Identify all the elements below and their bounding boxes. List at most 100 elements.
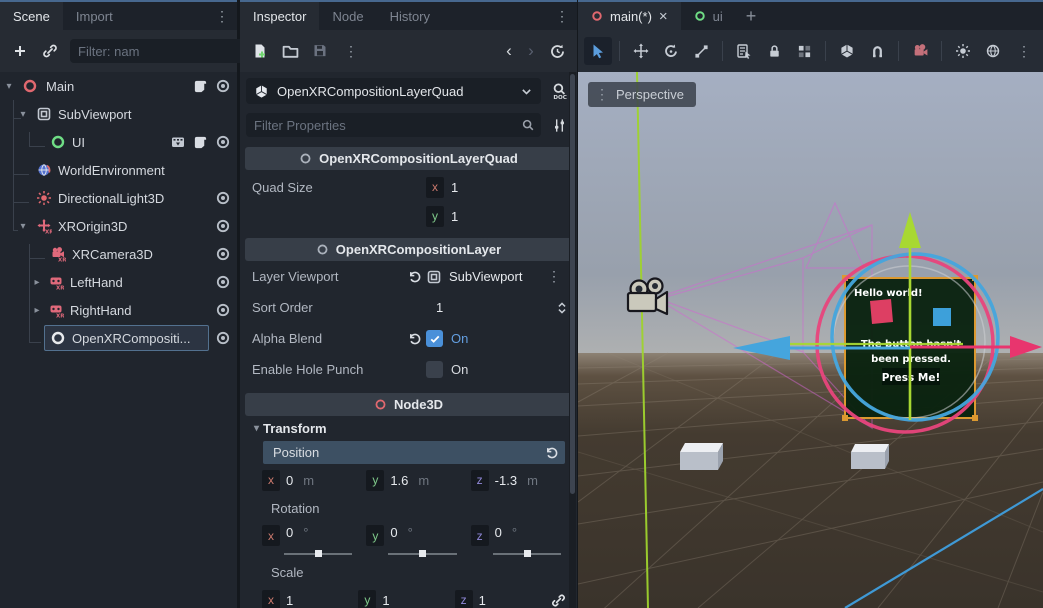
tree-row-openxrcompositionlayerquad[interactable]: OpenXRCompositi... — [0, 324, 237, 352]
visibility-eye-icon[interactable] — [215, 78, 231, 94]
local-space-button[interactable] — [833, 37, 861, 65]
script-icon[interactable] — [193, 79, 208, 94]
sort-order-value[interactable]: 1 — [436, 300, 443, 315]
prop-position-header[interactable]: Position — [263, 441, 565, 464]
preview-sunlight-button[interactable] — [949, 37, 977, 65]
mesh-cube-right[interactable] — [851, 444, 889, 469]
scale-x-field[interactable]: x 1 — [262, 587, 348, 608]
preview-environment-button[interactable] — [979, 37, 1007, 65]
revert-button[interactable] — [404, 332, 426, 346]
scene-preview-icon[interactable] — [170, 134, 186, 150]
tab-history[interactable]: History — [377, 2, 443, 30]
add-node-button[interactable] — [6, 37, 34, 65]
tab-node[interactable]: Node — [319, 2, 376, 30]
mesh-cube-left[interactable] — [680, 443, 723, 470]
rotation-y-field[interactable]: y 0 ° — [366, 523, 460, 557]
scale-y-field[interactable]: y 1 — [358, 587, 444, 608]
move-tool-button[interactable] — [627, 37, 655, 65]
spinner-updown-icon[interactable] — [555, 301, 569, 315]
snap-button[interactable] — [863, 37, 891, 65]
edited-object-selector[interactable]: OpenXRCompositionLayerQuad — [246, 78, 541, 104]
chevron-down-icon — [520, 85, 533, 98]
scene-filter-input[interactable] — [78, 44, 254, 59]
alpha-blend-checkbox[interactable] — [426, 330, 443, 347]
category-openxrcompositionlayerquad[interactable]: OpenXRCompositionLayerQuad — [245, 147, 572, 170]
rotation-z-slider[interactable] — [493, 550, 561, 557]
camera-preview-button[interactable] — [906, 37, 934, 65]
script-icon[interactable] — [193, 135, 208, 150]
viewport-3d-canvas[interactable]: Hello world! The button hasn't been pres… — [578, 72, 1043, 608]
lock-button[interactable] — [760, 37, 788, 65]
instance-scene-button[interactable] — [36, 37, 64, 65]
visibility-eye-icon[interactable] — [215, 218, 231, 234]
rotation-y-slider[interactable] — [388, 550, 456, 557]
rotation-x-slider[interactable] — [284, 550, 352, 557]
section-transform[interactable]: ▾ Transform — [240, 416, 577, 440]
tree-row-xrorigin3d[interactable]: ▾ XR XROrigin3D — [0, 212, 237, 240]
scene-dock-menu-icon[interactable]: ⋮ — [207, 2, 237, 30]
object-history-button[interactable] — [543, 37, 571, 65]
expand-icon[interactable]: ▸ — [30, 305, 44, 316]
collapse-icon[interactable]: ▾ — [2, 81, 16, 92]
inspector-scrollbar[interactable] — [569, 72, 576, 608]
position-x-field[interactable]: x 0 m — [262, 467, 356, 493]
revert-button[interactable] — [404, 270, 426, 284]
list-select-button[interactable] — [730, 37, 758, 65]
new-scene-tab-button[interactable]: + — [736, 2, 767, 30]
rotation-x-field[interactable]: x 0 ° — [262, 523, 356, 557]
tree-row-xrcamera3d[interactable]: XR XRCamera3D — [0, 240, 237, 268]
collapse-icon[interactable]: ▾ — [16, 221, 30, 232]
visibility-eye-icon[interactable] — [215, 302, 231, 318]
save-resource-button[interactable] — [306, 37, 334, 65]
resource-menu-icon[interactable]: ⋮ — [336, 43, 366, 60]
select-tool-button[interactable] — [584, 37, 612, 65]
tree-row-directionallight3d[interactable]: DirectionalLight3D — [0, 184, 237, 212]
load-resource-button[interactable] — [276, 37, 304, 65]
scene-tab-main[interactable]: main(*) × — [578, 2, 681, 30]
tree-row-subviewport[interactable]: ▾ SubViewport — [0, 100, 237, 128]
rotate-tool-button[interactable] — [657, 37, 685, 65]
inspector-dock-menu-icon[interactable]: ⋮ — [547, 2, 577, 30]
scene-tab-ui[interactable]: ui — [681, 2, 736, 30]
viewport-assign-menu-icon[interactable]: ⋮ — [539, 268, 569, 285]
select-cursor-icon — [590, 43, 606, 59]
visibility-eye-icon[interactable] — [215, 134, 231, 150]
category-openxrcompositionlayer[interactable]: OpenXRCompositionLayer — [245, 238, 572, 261]
tree-row-righthand[interactable]: ▸ XR RightHand — [0, 296, 237, 324]
expand-icon[interactable]: ▸ — [30, 277, 44, 288]
open-docs-button[interactable]: DOC — [547, 77, 571, 105]
tree-row-lefthand[interactable]: ▸ XR LeftHand — [0, 268, 237, 296]
tree-row-main[interactable]: ▾ Main — [0, 72, 237, 100]
history-forward-button[interactable]: › — [521, 41, 541, 61]
history-back-button[interactable]: ‹ — [499, 41, 519, 61]
property-tools-button[interactable] — [547, 111, 571, 139]
quad-size-y-value[interactable]: 1 — [451, 209, 458, 224]
tab-import[interactable]: Import — [63, 2, 126, 30]
position-y-field[interactable]: y 1.6 m — [366, 467, 460, 493]
quad-size-x-value[interactable]: 1 — [451, 180, 458, 195]
perspective-menu-button[interactable]: ⋮ Perspective — [588, 82, 696, 107]
close-tab-icon[interactable]: × — [659, 8, 668, 25]
position-z-field[interactable]: z -1.3 m — [471, 467, 565, 493]
tree-row-ui[interactable]: UI — [0, 128, 237, 156]
viewport-menu-icon[interactable]: ⋮ — [1009, 43, 1039, 60]
visibility-eye-icon[interactable] — [215, 274, 231, 290]
scale-tool-button[interactable] — [687, 37, 715, 65]
visibility-eye-icon[interactable] — [215, 190, 231, 206]
tree-row-worldenvironment[interactable]: WorldEnvironment — [0, 156, 237, 184]
enable-hole-punch-checkbox[interactable] — [426, 361, 443, 378]
new-resource-button[interactable] — [246, 37, 274, 65]
group-button[interactable] — [790, 37, 818, 65]
tab-scene[interactable]: Scene — [0, 2, 63, 30]
visibility-eye-icon[interactable] — [215, 246, 231, 262]
rotation-z-field[interactable]: z 0 ° — [471, 523, 565, 557]
revert-icon[interactable] — [545, 446, 559, 460]
visibility-eye-icon[interactable] — [215, 330, 231, 346]
category-node3d[interactable]: Node3D — [245, 393, 572, 416]
camera-gizmo-icon[interactable] — [628, 279, 667, 315]
tab-inspector[interactable]: Inspector — [240, 2, 319, 30]
layer-viewport-value[interactable]: SubViewport — [449, 269, 522, 284]
collapse-icon[interactable]: ▾ — [16, 109, 30, 120]
filter-properties-input[interactable] — [254, 118, 521, 133]
scale-z-field[interactable]: z 1 — [455, 587, 541, 608]
